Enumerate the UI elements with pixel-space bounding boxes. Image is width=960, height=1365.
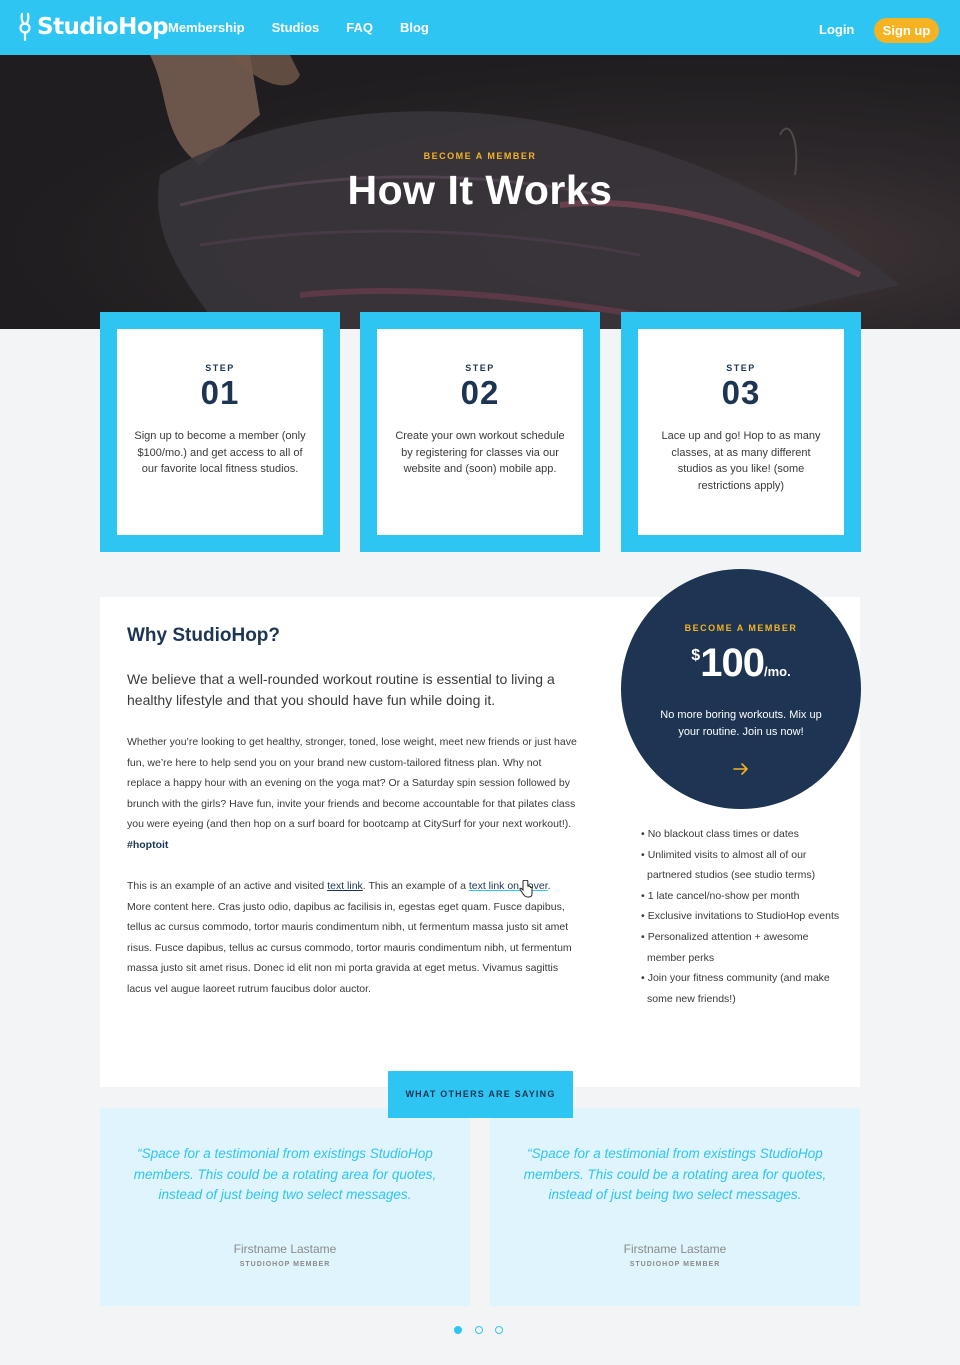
membership-circle[interactable]: BECOME A MEMBER $100/mo. No more boring … [621, 569, 861, 809]
top-nav: StudioHop Membership Studios FAQ Blog Lo… [0, 0, 960, 55]
step-card-3: STEP 03 Lace up and go! Hop to as many c… [621, 312, 861, 552]
price: $100/mo. [621, 641, 861, 686]
hero-banner: BECOME A MEMBER How It Works [0, 55, 960, 329]
benefit-item: Personalized attention + awesome member … [641, 927, 846, 968]
membership-text: No more boring workouts. Mix up your rou… [660, 709, 822, 738]
benefit-item: Exclusive invitations to StudioHop event… [641, 906, 846, 927]
hero-eyebrow: BECOME A MEMBER [423, 151, 537, 161]
why-body2-text: . More content here. Cras justo odio, da… [127, 880, 572, 995]
testimonial-name: Firstname Lastame [623, 1242, 727, 1256]
testimonial-role: STUDIOHOP MEMBER [239, 1261, 331, 1268]
signup-button[interactable]: Sign up [874, 18, 939, 43]
benefits-list: No blackout class times or dates Unlimit… [641, 824, 846, 1009]
price-period: /mo. [763, 664, 791, 679]
price-currency: $ [691, 647, 701, 664]
testimonial-card-2: “Space for a testimonial from existings … [490, 1108, 860, 1306]
step-card-inner: STEP 02 Create your own workout schedule… [377, 329, 583, 535]
nav-link-membership[interactable]: Membership [168, 20, 245, 35]
step-label: STEP [205, 363, 235, 373]
benefit-item: Join your fitness community (and make so… [641, 968, 846, 1009]
why-body2-text: This is an example of an active and visi… [127, 880, 328, 892]
step-number: 02 [460, 374, 500, 411]
step-text: Lace up and go! Hop to as many classes, … [661, 430, 821, 492]
carousel-dot-1[interactable] [454, 1326, 462, 1334]
hashtag: #hoptoit [127, 838, 169, 851]
text-link-visited[interactable]: text link [327, 880, 363, 892]
why-body-text: Whether you’re looking to get healthy, s… [127, 736, 577, 830]
testimonial-card-1: “Space for a testimonial from existings … [100, 1108, 470, 1306]
page-title: How It Works [347, 167, 613, 213]
why-body-2: This is an example of an active and visi… [127, 876, 577, 999]
step-label: STEP [726, 363, 756, 373]
why-title: Why StudioHop? [127, 625, 281, 646]
why-body: Whether you’re looking to get healthy, s… [127, 732, 577, 855]
testimonials-label: WHAT OTHERS ARE SAYING [388, 1071, 573, 1118]
testimonial-quote: “Space for a testimonial from existings … [133, 1146, 437, 1202]
nav-link-faq[interactable]: FAQ [346, 20, 373, 35]
step-card-inner: STEP 03 Lace up and go! Hop to as many c… [638, 329, 844, 535]
bunny-logo-icon [19, 12, 31, 42]
step-label: STEP [465, 363, 495, 373]
login-link[interactable]: Login [819, 22, 854, 37]
carousel-dot-3[interactable] [495, 1326, 503, 1334]
benefit-item: Unlimited visits to almost all of our pa… [641, 845, 846, 886]
why-lead: We believe that a well-rounded workout r… [127, 671, 555, 708]
step-card-inner: STEP 01 Sign up to become a member (only… [117, 329, 323, 535]
nav-link-blog[interactable]: Blog [400, 20, 429, 35]
step-number: 01 [200, 374, 240, 411]
testimonial-name: Firstname Lastame [233, 1242, 337, 1256]
logo[interactable]: StudioHop [18, 9, 169, 45]
price-amount: 100 [700, 641, 765, 685]
testimonial-quote: “Space for a testimonial from existings … [523, 1146, 827, 1202]
why-body2-text: . This an example of a [362, 880, 469, 892]
testimonial-role: STUDIOHOP MEMBER [629, 1261, 721, 1268]
step-text: Create your own workout schedule by regi… [395, 430, 565, 475]
hand-cursor-icon [519, 880, 533, 898]
nav-link-studios[interactable]: Studios [272, 20, 320, 35]
logo-text: StudioHop [37, 14, 169, 40]
step-number: 03 [721, 374, 761, 411]
step-card-2: STEP 02 Create your own workout schedule… [360, 312, 600, 552]
step-card-1: STEP 01 Sign up to become a member (only… [100, 312, 340, 552]
benefit-item: 1 late cancel/no-show per month [641, 886, 846, 907]
nav-links: Membership Studios FAQ Blog [168, 0, 456, 55]
benefit-item: No blackout class times or dates [641, 824, 846, 845]
membership-eyebrow: BECOME A MEMBER [684, 623, 798, 633]
step-text: Sign up to become a member (only $100/mo… [134, 430, 306, 475]
text-link-hover[interactable]: text link on hover [469, 880, 548, 892]
arrow-right-icon[interactable] [731, 762, 751, 776]
carousel-dot-2[interactable] [474, 1326, 483, 1334]
carousel-dots [454, 1326, 516, 1334]
